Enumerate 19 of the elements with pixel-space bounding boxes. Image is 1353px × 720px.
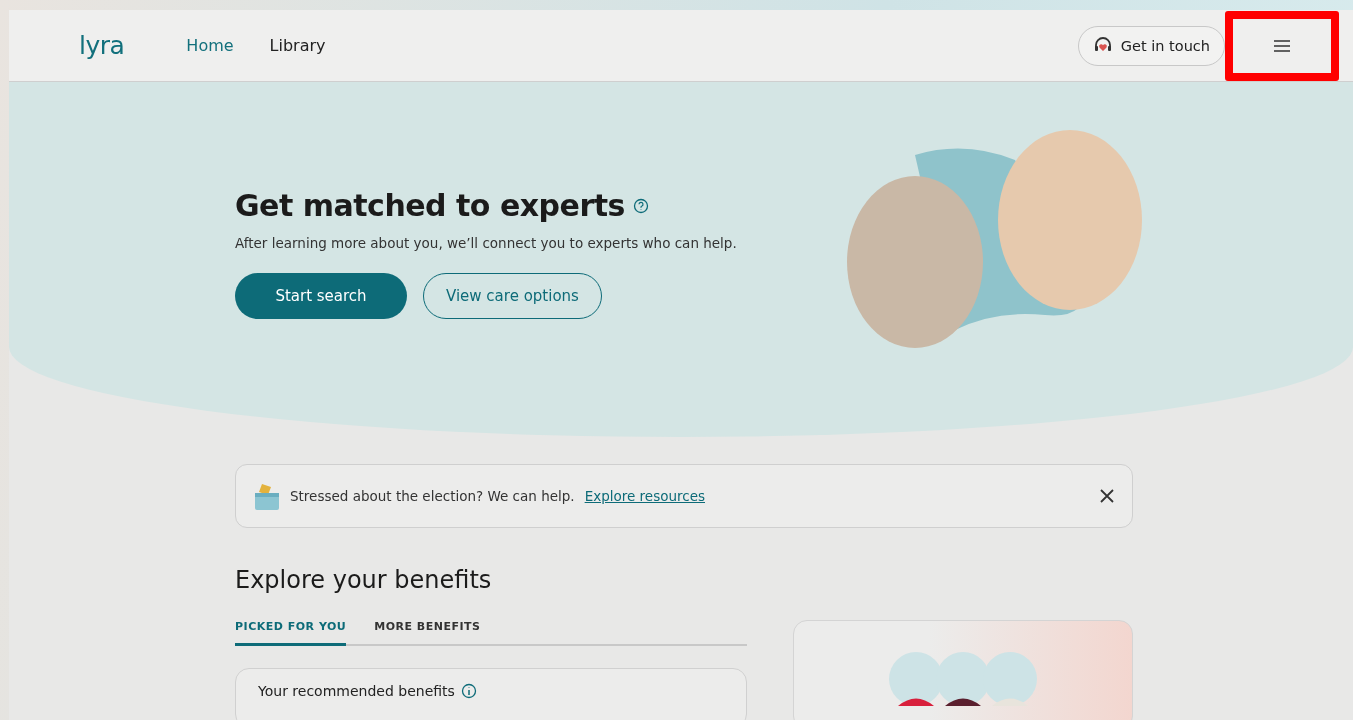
help-icon[interactable] [632, 197, 649, 214]
section-title: Explore your benefits [235, 566, 493, 594]
card-title: Your recommended benefits [258, 683, 455, 699]
nav-link[interactable]: Home [186, 36, 234, 55]
menu-icon [1273, 38, 1291, 53]
start-search-button[interactable]: Start search [235, 273, 407, 319]
benefits-tab[interactable]: MORE BENEFITS [374, 620, 481, 646]
hero-title: Get matched to experts [235, 188, 625, 223]
hero-subtitle: After learning more about you, we’ll connect you to experts who can help. [235, 235, 738, 251]
close-icon[interactable] [1100, 489, 1114, 503]
ballot-box-icon [254, 481, 280, 511]
benefits-tab[interactable]: PICKED FOR YOU [235, 620, 347, 646]
explore-resources-link[interactable]: Explore resources [584, 488, 705, 504]
banner-text: Stressed about the election? We can help. [290, 488, 575, 504]
menu-button[interactable] [1225, 10, 1339, 81]
nav-link[interactable]: Library [269, 36, 326, 55]
logo[interactable]: lyra [79, 31, 125, 60]
get-in-touch-button[interactable]: Get in touch [1077, 25, 1225, 66]
info-icon[interactable] [460, 683, 477, 699]
